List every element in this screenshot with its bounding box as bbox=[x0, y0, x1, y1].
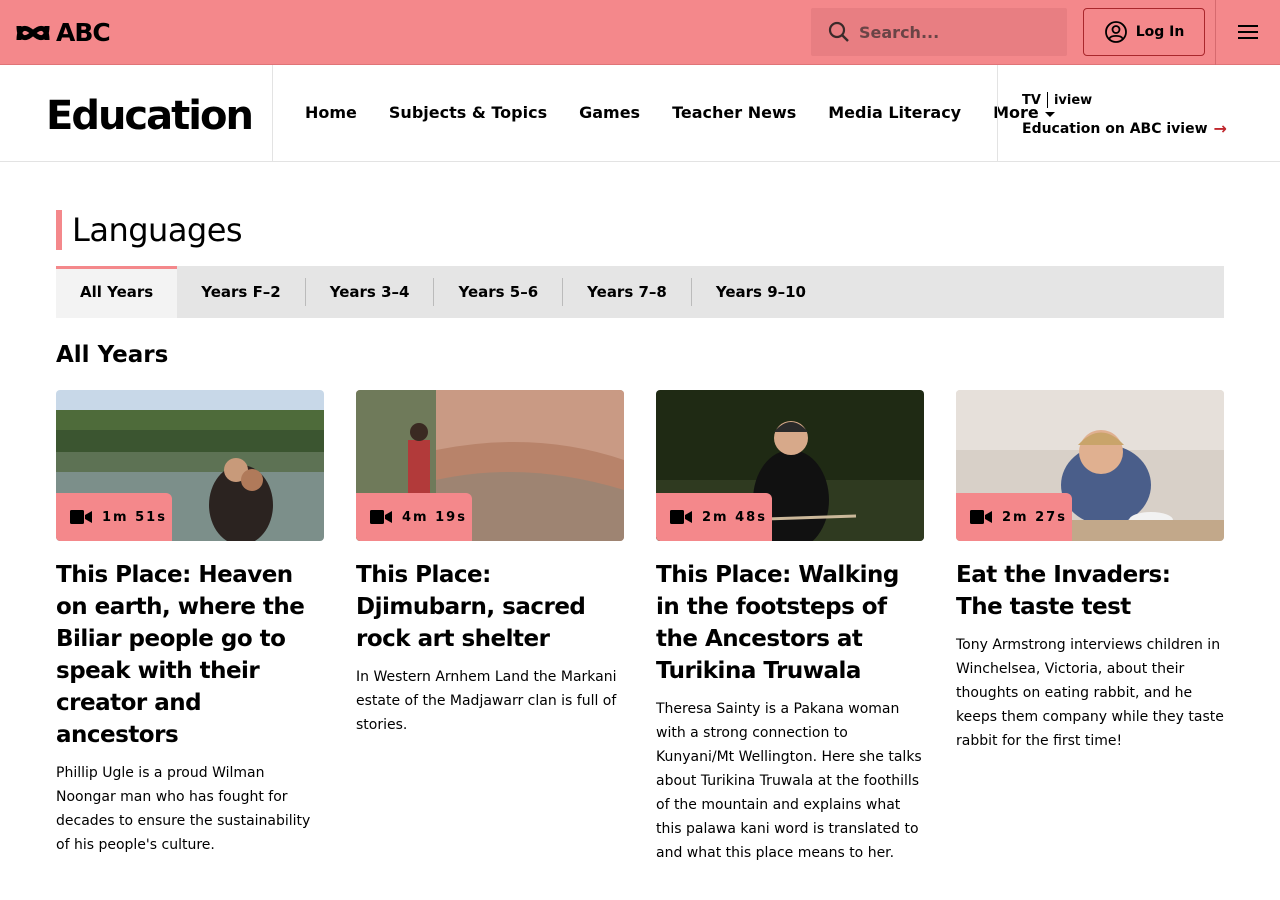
nav-divider bbox=[997, 65, 998, 161]
iview-link[interactable]: Education on ABC iview → bbox=[1022, 119, 1227, 138]
card-description: In Western Arnhem Land the Markani estat… bbox=[356, 669, 617, 733]
video-camera-icon bbox=[970, 510, 992, 524]
card-title[interactable]: This Place: Walking in the footsteps of … bbox=[656, 559, 924, 687]
abc-logo[interactable]: ABC bbox=[16, 18, 111, 47]
logo-separator bbox=[1046, 92, 1048, 108]
heading-accent-bar bbox=[56, 210, 62, 250]
card-description: Tony Armstrong interviews children in Wi… bbox=[956, 637, 1224, 749]
tab-years-f-2[interactable]: Years F–2 bbox=[177, 266, 305, 318]
tab-years-3-4[interactable]: Years 3–4 bbox=[306, 266, 434, 318]
tab-years-9-10[interactable]: Years 9–10 bbox=[692, 266, 830, 318]
card-title[interactable]: Eat the Invaders: The taste test bbox=[956, 559, 1224, 623]
video-duration-badge: 4m 19s bbox=[356, 493, 472, 541]
video-duration: 4m 19s bbox=[402, 509, 467, 525]
card-title[interactable]: This Place: Djimubarn, sacred rock art s… bbox=[356, 559, 624, 655]
video-card[interactable]: 4m 19s This Place: Djimubarn, sacred roc… bbox=[356, 390, 624, 865]
iview-link-label: Education on ABC iview bbox=[1022, 120, 1208, 137]
abc-logo-text: ABC bbox=[56, 18, 111, 47]
tab-years-7-8[interactable]: Years 7–8 bbox=[563, 266, 691, 318]
search-input[interactable] bbox=[859, 22, 1049, 42]
header-divider bbox=[1215, 0, 1216, 65]
year-level-tabs: All Years Years F–2 Years 3–4 Years 5–6 … bbox=[56, 266, 1224, 318]
section-nav: Education Home Subjects & Topics Games T… bbox=[0, 65, 1280, 162]
video-camera-icon bbox=[70, 510, 92, 524]
abc-iview-logo: iview bbox=[1053, 92, 1093, 108]
arrow-right-icon: → bbox=[1213, 119, 1227, 138]
results-subheading: All Years bbox=[56, 342, 169, 368]
section-title[interactable]: Education bbox=[46, 93, 254, 139]
video-duration-badge: 2m 27s bbox=[956, 493, 1072, 541]
video-card[interactable]: 2m 48s This Place: Walking in the footst… bbox=[656, 390, 924, 865]
top-bar: ABC Log In bbox=[0, 0, 1280, 65]
nav-link-media-literacy[interactable]: Media Literacy bbox=[828, 103, 961, 122]
video-camera-icon bbox=[670, 510, 692, 524]
abc-lissajous-icon bbox=[16, 25, 50, 40]
video-card[interactable]: 2m 27s Eat the Invaders: The taste test … bbox=[956, 390, 1224, 865]
page-heading: Languages bbox=[56, 210, 243, 250]
card-title[interactable]: This Place: Heaven on earth, where the B… bbox=[56, 559, 324, 751]
abc-tv-logo: TV bbox=[1022, 92, 1041, 108]
hamburger-menu-icon[interactable] bbox=[1236, 22, 1260, 42]
video-thumbnail[interactable]: 4m 19s bbox=[356, 390, 624, 541]
iview-promo[interactable]: TV iview Education on ABC iview → bbox=[1022, 91, 1227, 138]
video-camera-icon bbox=[370, 510, 392, 524]
nav-link-teacher-news[interactable]: Teacher News bbox=[672, 103, 796, 122]
nav-link-home[interactable]: Home bbox=[305, 103, 357, 122]
video-card-list: 1m 51s This Place: Heaven on earth, wher… bbox=[56, 390, 1224, 865]
video-thumbnail[interactable]: 2m 48s bbox=[656, 390, 924, 541]
card-description: Phillip Ugle is a proud Wilman Noongar m… bbox=[56, 765, 311, 853]
video-thumbnail[interactable]: 1m 51s bbox=[56, 390, 324, 541]
iview-logos: TV iview bbox=[1022, 91, 1227, 109]
user-icon bbox=[1104, 21, 1127, 43]
tab-years-5-6[interactable]: Years 5–6 bbox=[434, 266, 562, 318]
video-duration: 2m 27s bbox=[1002, 509, 1067, 525]
section-nav-links: Home Subjects & Topics Games Teacher New… bbox=[305, 103, 1055, 122]
nav-link-subjects-topics[interactable]: Subjects & Topics bbox=[389, 103, 547, 122]
video-duration-badge: 1m 51s bbox=[56, 493, 172, 541]
search-box[interactable] bbox=[811, 8, 1067, 56]
video-duration: 1m 51s bbox=[102, 509, 167, 525]
video-duration: 2m 48s bbox=[702, 509, 767, 525]
video-card[interactable]: 1m 51s This Place: Heaven on earth, wher… bbox=[56, 390, 324, 865]
video-thumbnail[interactable]: 2m 27s bbox=[956, 390, 1224, 541]
page-title: Languages bbox=[72, 211, 243, 249]
video-duration-badge: 2m 48s bbox=[656, 493, 772, 541]
nav-link-games[interactable]: Games bbox=[579, 103, 640, 122]
tab-all-years[interactable]: All Years bbox=[56, 266, 178, 318]
card-description: Theresa Sainty is a Pakana woman with a … bbox=[656, 701, 922, 861]
login-label: Log In bbox=[1135, 24, 1185, 40]
nav-divider bbox=[272, 65, 273, 161]
login-button[interactable]: Log In bbox=[1083, 8, 1205, 56]
search-icon bbox=[828, 21, 849, 42]
